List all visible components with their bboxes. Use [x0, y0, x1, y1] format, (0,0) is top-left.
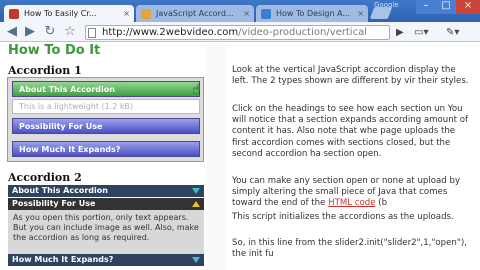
maximize-button[interactable]: □ — [436, 0, 456, 14]
section-label: Possibility For Use — [19, 122, 103, 131]
tab-label: How To Design A... — [276, 9, 351, 18]
window-close-button[interactable]: × — [456, 0, 480, 14]
page-icon — [88, 28, 96, 38]
accordion1-content: This is a lightweight (1.2 kB) — [12, 99, 200, 114]
arrow-up-icon — [192, 201, 200, 207]
arrow-down-icon — [192, 257, 200, 263]
minimize-button[interactable]: – — [416, 0, 436, 14]
section-label: Possibility For Use — [12, 199, 96, 208]
hand-cursor-icon: ☝ — [192, 82, 201, 98]
accordion2-section-expands[interactable]: How Much It Expands? — [8, 254, 204, 266]
back-icon[interactable]: ◀ — [4, 24, 20, 40]
arrow-down-icon — [192, 188, 200, 194]
page-menu-icon[interactable]: ▭▾ — [414, 25, 428, 40]
go-icon[interactable]: ▶ — [396, 25, 404, 40]
profile-label: Google — [374, 1, 399, 9]
section-label: How Much It Expands? — [19, 145, 121, 154]
section-label: How Much It Expands? — [12, 255, 114, 264]
accordion2-heading: Accordion 2 — [8, 171, 82, 184]
accordion2-section-possibility[interactable]: Possibility For Use — [8, 198, 204, 210]
reload-icon[interactable]: ↻ — [42, 24, 58, 40]
close-icon[interactable]: × — [243, 5, 250, 22]
paragraph-2: Click on the headings to see how each se… — [232, 104, 469, 159]
accordion1-section-possibility[interactable]: Possibility For Use — [12, 118, 200, 134]
paragraph-5: So, in this line from the slider2.init("… — [232, 238, 467, 260]
html-code-link[interactable]: HTML code — [328, 198, 375, 208]
paragraph-text: (b — [378, 198, 388, 209]
column-divider — [207, 43, 225, 270]
accordion1-heading: Accordion 1 — [8, 64, 82, 77]
tab-2[interactable]: JavaScript Accord... × — [136, 5, 254, 22]
tab-favicon — [9, 9, 19, 19]
tab-label: JavaScript Accord... — [156, 9, 234, 18]
close-icon[interactable]: × — [357, 5, 364, 22]
page-title: How To Do It — [8, 43, 101, 58]
section-label: About This Accordion — [19, 85, 115, 94]
tab-favicon — [261, 9, 271, 19]
address-bar[interactable]: http://www.2webvideo.com/video-productio… — [85, 25, 390, 40]
tab-favicon — [141, 9, 151, 19]
tab-1[interactable]: How To Easily Cr... × — [4, 5, 134, 22]
url-host: http://www.2webvideo.com — [102, 27, 239, 38]
close-icon[interactable]: × — [123, 5, 130, 22]
tab-label: How To Easily Cr... — [24, 9, 97, 18]
paragraph-1: Look at the vertical JavaScript accordio… — [232, 65, 469, 87]
section-label: About This Accordion — [12, 186, 108, 195]
accordion1-section-expands[interactable]: How Much It Expands? — [12, 141, 200, 157]
accordion2-content: As you open this portion, only text appe… — [8, 210, 204, 254]
accordion2-section-about[interactable]: About This Accordion — [8, 185, 204, 197]
forward-icon[interactable]: ▶ — [22, 24, 38, 40]
bookmark-star-icon[interactable]: ☆ — [62, 24, 78, 40]
paragraph-3: You can make any section open or none at… — [232, 176, 472, 210]
accordion1-section-about[interactable]: About This Accordion — [12, 81, 200, 97]
tab-3[interactable]: How To Design A... × — [256, 5, 368, 22]
paragraph-4: This script initializes the accordions a… — [232, 212, 454, 222]
url-path: /video-production/vertical — [238, 27, 367, 38]
wrench-menu-icon[interactable]: ✎▾ — [446, 25, 459, 40]
